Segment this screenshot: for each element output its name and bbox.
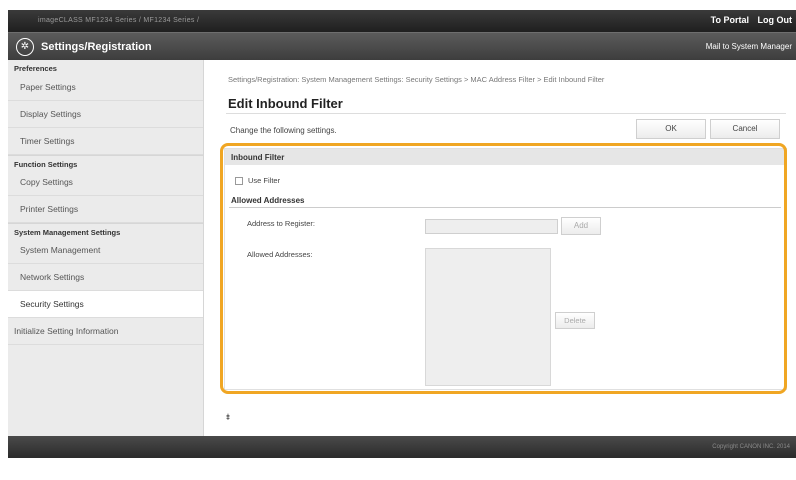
sidebar-section-preferences: Preferences	[14, 64, 57, 73]
title-bar: ✲ Settings/Registration Mail to System M…	[8, 32, 796, 60]
sidebar: Preferences Paper Settings Display Setti…	[8, 60, 204, 436]
address-to-register-label: Address to Register:	[247, 219, 315, 228]
add-button[interactable]: Add	[561, 217, 601, 235]
sidebar-item-printer-settings[interactable]: Printer Settings	[8, 196, 203, 223]
log-out-link[interactable]: Log Out	[758, 15, 793, 25]
top-links: To Portal Log Out	[705, 15, 792, 25]
main-content: Settings/Registration: System Management…	[204, 60, 796, 436]
mail-to-system-manager-link[interactable]: Mail to System Manager	[706, 42, 792, 51]
inbound-filter-heading: Inbound Filter	[225, 149, 786, 165]
allowed-addresses-label: Allowed Addresses:	[247, 250, 313, 259]
breadcrumb: Settings/Registration: System Management…	[228, 75, 605, 84]
sidebar-item-timer-settings[interactable]: Timer Settings	[8, 128, 203, 155]
sidebar-section-system-management-settings: System Management Settings	[8, 223, 203, 237]
footer: Copyright CANON INC. 2014	[8, 436, 796, 458]
allowed-addresses-divider	[229, 207, 781, 208]
device-name: imageCLASS MF1234 Series / MF1234 Series…	[38, 17, 200, 24]
sidebar-section-function-settings: Function Settings	[8, 155, 203, 169]
inbound-filter-panel: Inbound Filter Use Filter Allowed Addres…	[224, 148, 787, 390]
to-portal-link[interactable]: To Portal	[711, 15, 749, 25]
use-filter-checkbox[interactable]	[235, 177, 243, 186]
sidebar-item-network-settings[interactable]: Network Settings	[8, 264, 203, 291]
sidebar-item-security-settings[interactable]: Security Settings	[8, 291, 203, 318]
settings-wheel-icon: ✲	[16, 38, 34, 56]
title-divider	[226, 113, 786, 114]
cancel-button[interactable]: Cancel	[710, 119, 780, 139]
allowed-addresses-list[interactable]	[425, 248, 551, 386]
use-filter-label: Use Filter	[248, 176, 281, 185]
allowed-addresses-heading: Allowed Addresses	[231, 196, 305, 205]
app-title: Settings/Registration	[41, 41, 152, 53]
sidebar-item-initialize-setting-information[interactable]: Initialize Setting Information	[8, 318, 203, 345]
sidebar-item-paper-settings[interactable]: Paper Settings	[8, 74, 203, 101]
page-title: Edit Inbound Filter	[228, 96, 343, 111]
address-to-register-input[interactable]	[425, 219, 558, 234]
sidebar-item-copy-settings[interactable]: Copy Settings	[8, 169, 203, 196]
back-to-top-icon[interactable]: ⯒	[226, 410, 230, 426]
ok-button[interactable]: OK	[636, 119, 706, 139]
copyright-text: Copyright CANON INC. 2014	[712, 444, 790, 450]
sidebar-item-system-management[interactable]: System Management	[8, 237, 203, 264]
instructions-text: Change the following settings.	[230, 126, 337, 135]
sidebar-item-display-settings[interactable]: Display Settings	[8, 101, 203, 128]
top-bar: imageCLASS MF1234 Series / MF1234 Series…	[8, 10, 796, 32]
delete-button[interactable]: Delete	[555, 312, 595, 329]
use-filter-row: Use Filter	[235, 176, 281, 186]
